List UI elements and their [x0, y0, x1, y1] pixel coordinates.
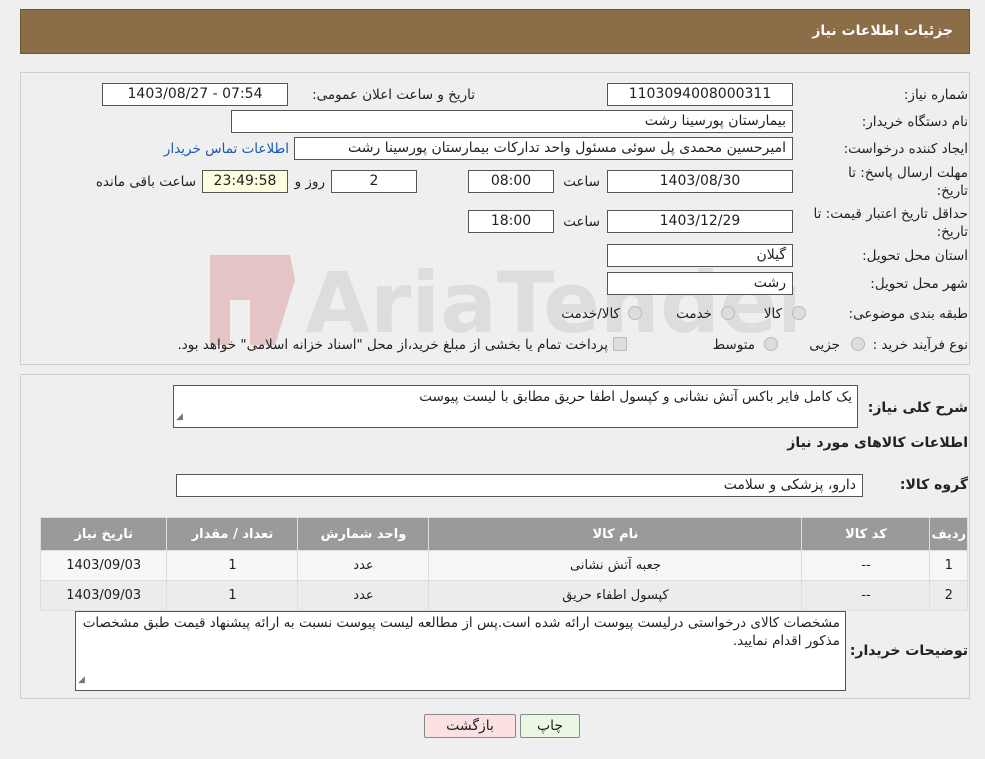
items-table: ردیف کد کالا نام کالا واحد شمارش تعداد /…	[39, 517, 968, 611]
need-number-field: 1103094008000311	[607, 83, 793, 106]
days-field: 2	[331, 170, 417, 193]
deadline-label-2: تاریخ:	[936, 183, 968, 199]
resize-grip-icon[interactable]: ◢	[78, 671, 85, 689]
col-header-date: تاریخ نیاز	[39, 517, 168, 551]
buyer-notes-textarea: مشخصات کالای درخواستی درلیست پیوست ارائه…	[75, 611, 846, 691]
col-header-row-number: ردیف	[929, 517, 968, 551]
cell-row-number: 2	[929, 580, 968, 611]
category-label: طبقه بندی موضوعی:	[848, 306, 968, 322]
table-row: 1 -- جعبه آتش نشانی عدد 1 1403/09/03	[39, 550, 968, 581]
cell-name: کپسول اطفاء حریق	[428, 580, 803, 611]
table-header-row: ردیف کد کالا نام کالا واحد شمارش تعداد /…	[39, 517, 968, 551]
deadline-time-label: ساعت	[563, 174, 600, 190]
cell-name: جعبه آتش نشانی	[428, 550, 803, 581]
process-radio-medium[interactable]	[764, 337, 778, 351]
cell-unit: عدد	[297, 580, 430, 611]
city-field: رشت	[607, 272, 793, 295]
process-label: نوع فرآیند خرید :	[872, 337, 968, 353]
category-radio-goods-service[interactable]	[628, 306, 642, 320]
category-radio-goods[interactable]	[792, 306, 806, 320]
summary-text: یک کامل فایر باکس آتش نشانی و کپسول اطفا…	[419, 389, 852, 405]
payment-checkbox[interactable]	[613, 337, 627, 351]
col-header-code: کد کالا	[801, 517, 931, 551]
cell-date: 1403/09/03	[39, 550, 168, 581]
back-button[interactable]: بازگشت	[424, 714, 516, 738]
goods-info-title: اطلاعات کالاهای مورد نیاز	[787, 435, 968, 451]
process-option-minor: جزیی	[809, 337, 840, 353]
summary-label: شرح کلی نیاز:	[867, 400, 968, 416]
page-title: جزئیات اطلاعات نیاز	[812, 23, 953, 39]
buyer-field: بیمارستان پورسینا رشت	[231, 110, 793, 133]
table-row: 2 -- کپسول اطفاء حریق عدد 1 1403/09/03	[39, 580, 968, 611]
goods-group-field: دارو، پزشکی و سلامت	[176, 474, 863, 497]
resize-grip-icon[interactable]: ◢	[176, 408, 183, 426]
page-header: جزئیات اطلاعات نیاز	[20, 9, 970, 54]
category-option-service: خدمت	[676, 306, 712, 322]
category-option-goods-service: کالا/خدمت	[561, 306, 620, 322]
validity-label: حداقل تاریخ اعتبار قیمت: تا	[813, 206, 968, 222]
city-label: شهر محل تحویل:	[870, 276, 968, 292]
cell-code: --	[801, 550, 931, 581]
contact-info-link[interactable]: اطلاعات تماس خریدار	[164, 141, 289, 157]
province-field: گیلان	[607, 244, 793, 267]
payment-note: پرداخت تمام یا بخشی از مبلغ خرید،از محل …	[177, 337, 608, 353]
deadline-time-field: 08:00	[468, 170, 554, 193]
goods-group-label: گروه کالا:	[899, 477, 968, 493]
province-label: استان محل تحویل:	[862, 248, 968, 264]
creator-label: ایجاد کننده درخواست:	[843, 141, 968, 157]
deadline-date-field: 1403/08/30	[607, 170, 793, 193]
validity-label-2: تاریخ:	[936, 224, 968, 240]
print-button[interactable]: چاپ	[520, 714, 580, 738]
announce-label: تاریخ و ساعت اعلان عمومی:	[312, 87, 475, 103]
remaining-label: ساعت باقی مانده	[95, 174, 196, 190]
category-radio-service[interactable]	[721, 306, 735, 320]
announce-date-field: 1403/08/27 - 07:54	[102, 83, 288, 106]
buyer-label: نام دستگاه خریدار:	[861, 114, 968, 130]
summary-textarea: یک کامل فایر باکس آتش نشانی و کپسول اطفا…	[173, 385, 858, 428]
process-radio-minor[interactable]	[851, 337, 865, 351]
validity-date-field: 1403/12/29	[607, 210, 793, 233]
cell-code: --	[801, 580, 931, 611]
col-header-unit: واحد شمارش	[297, 517, 430, 551]
remaining-time-field: 23:49:58	[202, 170, 288, 193]
cell-quantity: 1	[166, 550, 299, 581]
col-header-name: نام کالا	[428, 517, 803, 551]
watermark-text: AriaTender.neT	[305, 254, 795, 350]
cell-row-number: 1	[929, 550, 968, 581]
process-option-medium: متوسط	[712, 337, 755, 353]
cell-date: 1403/09/03	[39, 580, 168, 611]
validity-time-label: ساعت	[563, 214, 600, 230]
creator-field: امیرحسین محمدی پل سوئی مسئول واحد تدارکا…	[294, 137, 793, 160]
deadline-label: مهلت ارسال پاسخ: تا	[848, 165, 968, 181]
buyer-notes-label: توضیحات خریدار:	[849, 643, 968, 659]
cell-unit: عدد	[297, 550, 430, 581]
days-label: روز و	[294, 174, 325, 190]
buyer-notes-text: مشخصات کالای درخواستی درلیست پیوست ارائه…	[82, 615, 840, 649]
validity-time-field: 18:00	[468, 210, 554, 233]
cell-quantity: 1	[166, 580, 299, 611]
category-option-goods: کالا	[763, 306, 782, 322]
col-header-quantity: تعداد / مقدار	[166, 517, 299, 551]
need-number-label: شماره نیاز:	[903, 87, 968, 103]
